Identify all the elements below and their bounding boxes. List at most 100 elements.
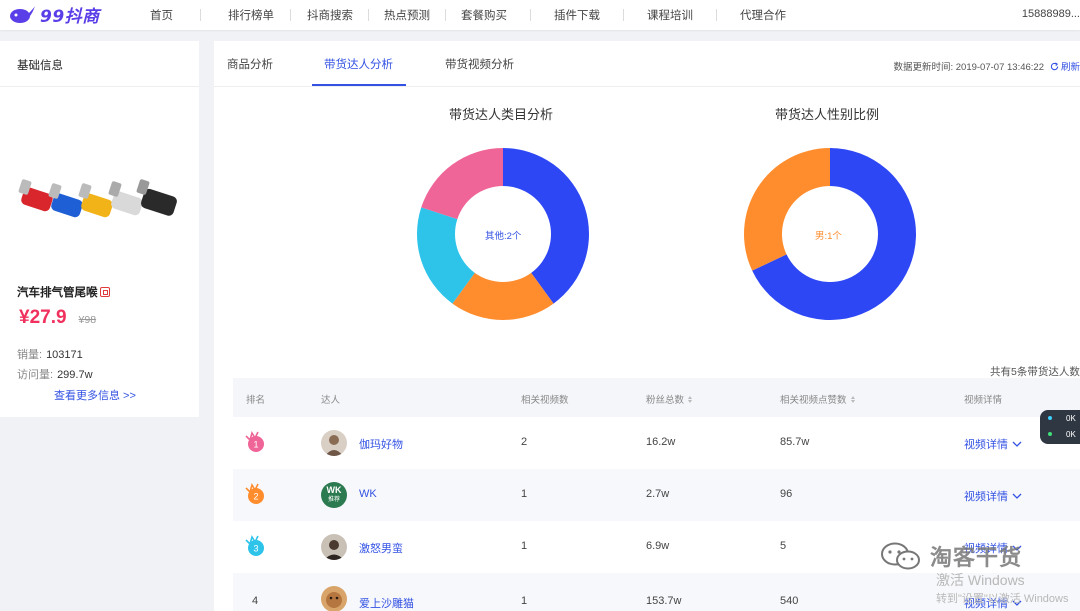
- video-count: 2: [521, 436, 528, 448]
- rank-number: 3: [253, 544, 258, 554]
- upload-dot-icon: [1048, 416, 1052, 420]
- section-title: 基础信息: [0, 41, 199, 87]
- tab-product-analysis[interactable]: 商品分析: [227, 56, 273, 72]
- nav-hot-forecast[interactable]: 热点预测: [384, 7, 430, 23]
- nav-search[interactable]: 抖商搜索: [307, 7, 353, 23]
- video-detail-toggle[interactable]: 视频详情: [964, 488, 1022, 504]
- table-row: 2 WK 推荐 WK 1 2.7w 96 视频详情: [233, 469, 1080, 521]
- gender-chart-title: 带货达人性别比例: [775, 107, 880, 122]
- visits-label: 访问量:: [17, 369, 54, 381]
- upload-speed: 0K: [1066, 414, 1076, 423]
- table-row: 4 爱上沙雕猫 1 153.7w 540 视频详情: [233, 573, 1080, 611]
- original-price: ¥98: [78, 314, 97, 326]
- sales-label: 销量:: [17, 349, 43, 361]
- tab-talent-analysis[interactable]: 带货达人分析: [324, 56, 393, 72]
- avatar[interactable]: WK 推荐: [321, 482, 347, 508]
- video-count: 1: [521, 595, 528, 607]
- refresh-button[interactable]: 刷新: [1050, 59, 1080, 73]
- talent-total-count: 共有5条带货达人数: [990, 366, 1080, 378]
- chevron-down-icon: [1012, 441, 1022, 447]
- video-count: 1: [521, 488, 528, 500]
- net-speed-widget[interactable]: 0K 0K: [1040, 410, 1080, 444]
- current-price: ¥27.9: [19, 307, 67, 328]
- update-info: 数据更新时间: 2019-07-07 13:46:22 刷新: [893, 59, 1080, 73]
- video-detail-toggle[interactable]: 视频详情: [964, 436, 1022, 452]
- sales-value: 103171: [46, 349, 83, 361]
- rank-1-crown-icon: 1: [245, 431, 264, 452]
- download-speed: 0K: [1066, 430, 1076, 439]
- likes-count: 5: [780, 540, 787, 552]
- refresh-label: 刷新: [1060, 62, 1080, 73]
- video-detail-toggle[interactable]: 视频详情: [964, 540, 1022, 556]
- nav-divider: [716, 9, 717, 21]
- avatar[interactable]: [321, 430, 347, 456]
- avatar[interactable]: [321, 586, 347, 611]
- talent-name[interactable]: 伽玛好物: [359, 436, 403, 452]
- fans-count: 153.7w: [646, 595, 682, 607]
- nav-divider: [623, 9, 624, 21]
- download-dot-icon: [1048, 432, 1052, 436]
- more-info-link[interactable]: 查看更多信息 >>: [54, 387, 136, 403]
- avatar[interactable]: [321, 534, 347, 560]
- table-row: 3 激怒男蛮 1 6.9w 5 视频详情: [233, 521, 1080, 573]
- avatar-subtext: 推荐: [327, 497, 340, 503]
- price-row: ¥27.9 ¥98: [19, 307, 96, 329]
- sort-icon: [688, 395, 693, 403]
- category-chart-title: 带货达人类目分析: [449, 107, 554, 122]
- header-likes[interactable]: 相关视频点赞数: [780, 392, 855, 406]
- nav-plans[interactable]: 套餐购买: [461, 7, 507, 23]
- donut-slice[interactable]: [744, 148, 830, 271]
- talent-name[interactable]: 激怒男蛮: [359, 540, 403, 556]
- header-fans-label: 粉丝总数: [646, 395, 685, 406]
- fans-count: 16.2w: [646, 436, 676, 448]
- sort-icon: [850, 395, 855, 403]
- chevron-down-icon: [1012, 545, 1022, 551]
- logo[interactable]: 99抖商: [8, 3, 100, 27]
- product-name-text: 汽车排气管尾喉: [17, 287, 98, 299]
- likes-count: 85.7w: [780, 436, 810, 448]
- product-name[interactable]: 汽车排气管尾喉: [17, 284, 110, 300]
- nav-divider: [200, 9, 201, 21]
- donut-slice[interactable]: [421, 148, 503, 220]
- header-fans[interactable]: 粉丝总数: [646, 392, 693, 406]
- video-detail-label: 视频详情: [964, 598, 1008, 610]
- video-detail-toggle[interactable]: 视频详情: [964, 595, 1022, 611]
- nav-divider: [368, 9, 369, 21]
- header-talent: 达人: [321, 395, 341, 406]
- whale-logo-icon: [10, 6, 35, 23]
- likes-count: 540: [780, 595, 799, 607]
- active-tab-indicator: [312, 84, 406, 86]
- category-center-label: 其他:2个: [485, 231, 522, 242]
- chevron-down-icon: [1012, 600, 1022, 606]
- fans-count: 2.7w: [646, 488, 670, 500]
- nav-agency[interactable]: 代理合作: [740, 7, 786, 23]
- nav-home[interactable]: 首页: [150, 7, 173, 23]
- table-row: 1 伽玛好物 2 16.2w 85.7w 视频详情: [233, 417, 1080, 469]
- table-header: 排名 达人 相关视频数 粉丝总数 相关视频点赞数 视频详情: [233, 378, 1080, 417]
- header-likes-label: 相关视频点赞数: [780, 395, 847, 406]
- avatar-initials: WK: [326, 485, 342, 495]
- rank-2-crown-icon: 2: [245, 483, 264, 504]
- rank-3-crown-icon: 3: [245, 535, 264, 556]
- visits-value: 299.7w: [57, 369, 93, 381]
- rank-number: 2: [253, 492, 258, 502]
- rank-number: 1: [253, 440, 258, 450]
- product-image: [18, 179, 177, 218]
- main-nav: 首页 排行榜单 抖商搜索 热点预测 套餐购买 插件下载 课程培训 代理合作: [150, 0, 786, 30]
- nav-divider: [445, 9, 446, 21]
- header-videos: 相关视频数: [521, 395, 569, 406]
- nav-rankings[interactable]: 排行榜单: [228, 7, 274, 23]
- header-rank: 排名: [246, 395, 266, 406]
- talent-name[interactable]: 爱上沙雕猫: [359, 595, 414, 611]
- talent-name[interactable]: WK: [359, 488, 377, 500]
- analysis-tabs: 商品分析 带货达人分析 带货视频分析 数据更新时间: 2019-07-07 13…: [214, 41, 1080, 87]
- logo-text: 99抖商: [40, 6, 100, 27]
- user-phone[interactable]: 15888989...: [1022, 8, 1080, 20]
- nav-plugin-download[interactable]: 插件下载: [554, 7, 600, 23]
- update-time: 数据更新时间: 2019-07-07 13:46:22: [893, 62, 1044, 73]
- chevron-down-icon: [1012, 493, 1022, 499]
- refresh-icon: [1050, 61, 1059, 70]
- nav-courses[interactable]: 课程培训: [647, 7, 693, 23]
- nav-divider: [530, 9, 531, 21]
- tab-video-analysis[interactable]: 带货视频分析: [445, 56, 514, 72]
